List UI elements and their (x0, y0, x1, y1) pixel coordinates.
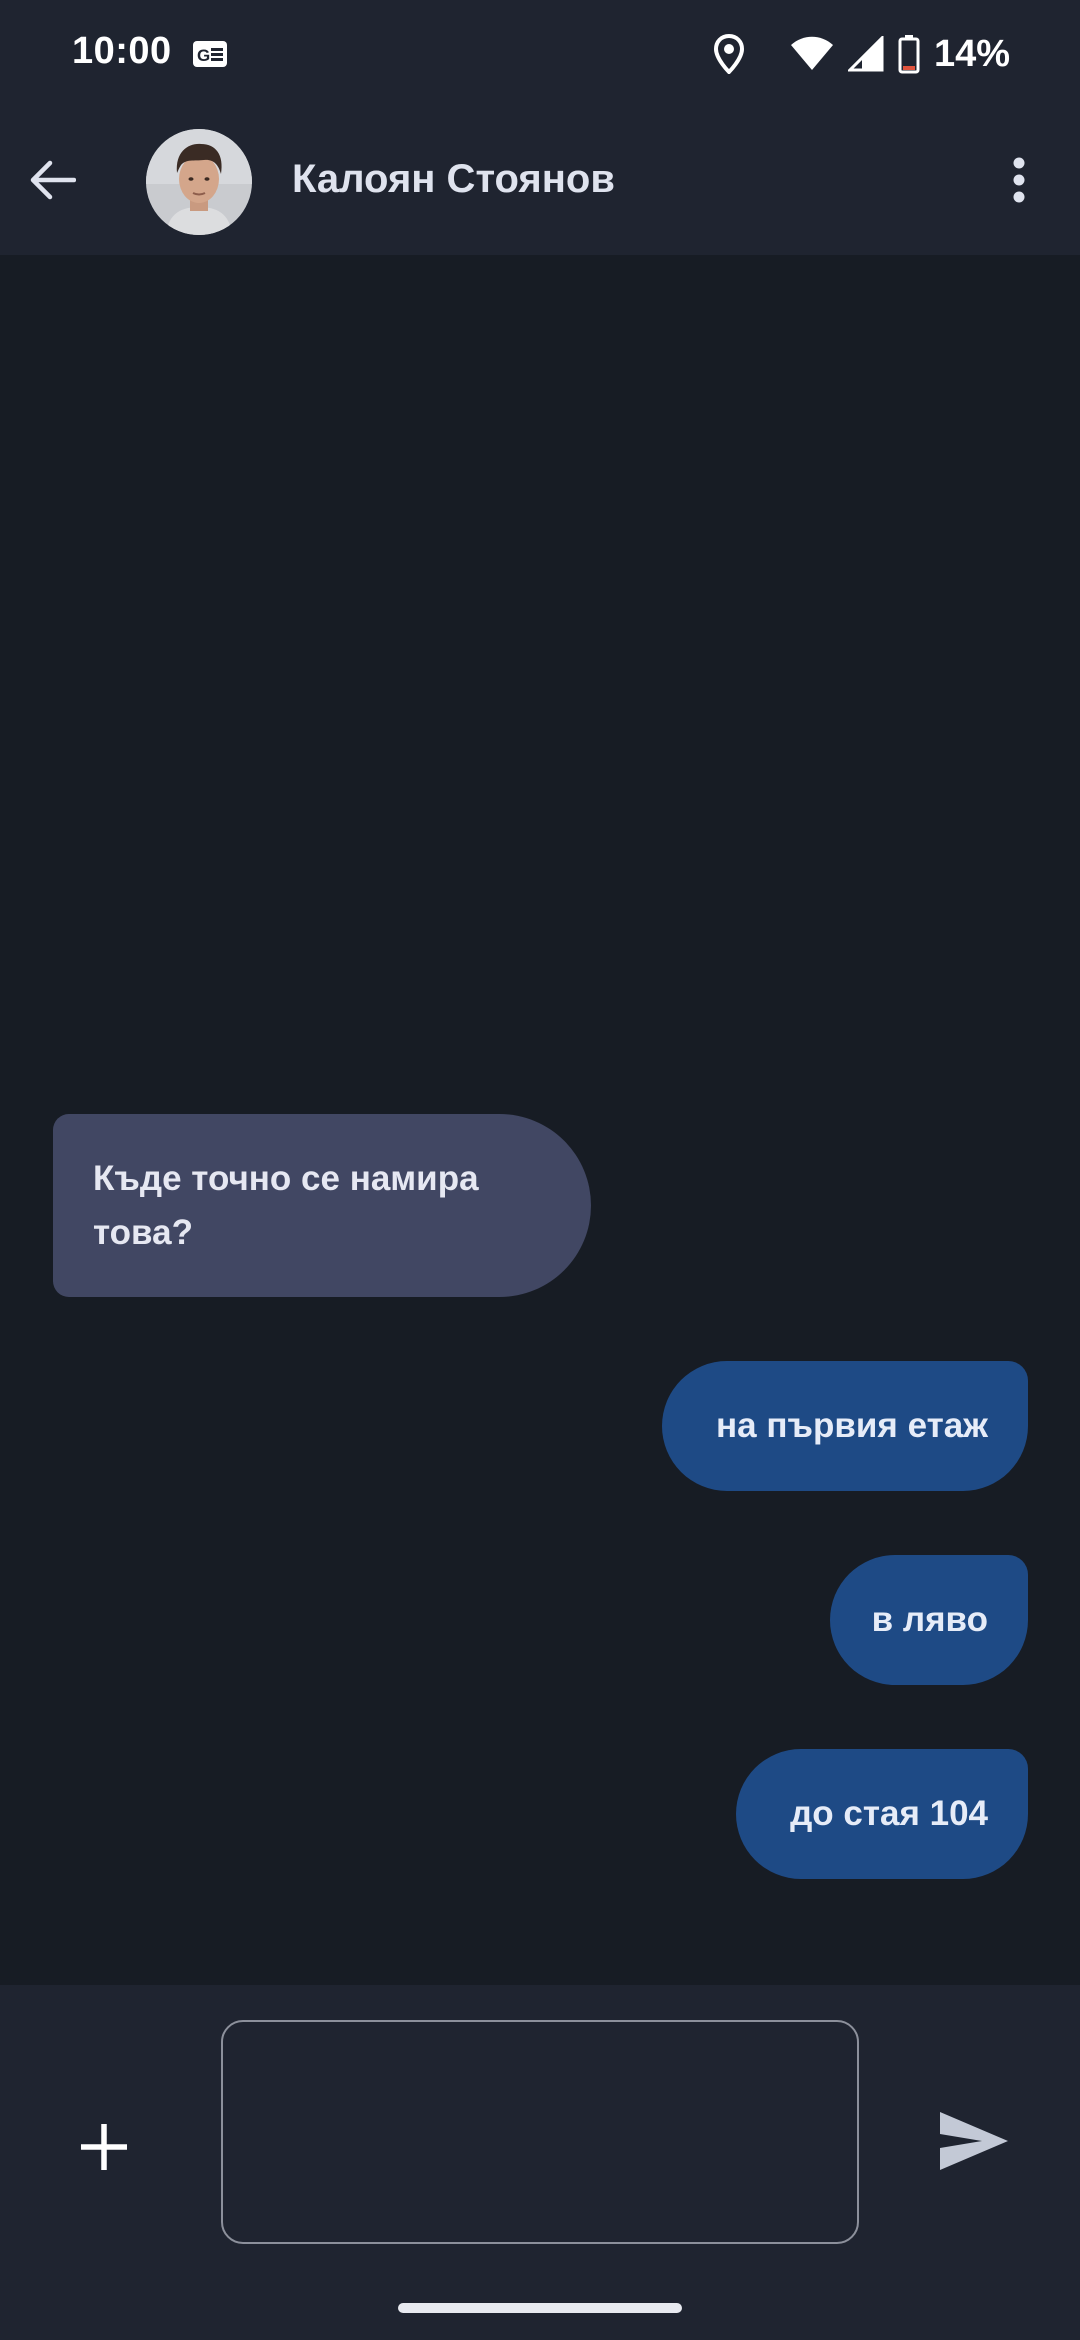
send-icon (940, 2112, 1008, 2170)
message-list[interactable]: Къде точно се намира това? на първия ета… (0, 255, 1080, 1985)
battery-icon (898, 35, 920, 74)
send-button[interactable] (932, 2099, 1016, 2183)
message-text: в ляво (871, 1600, 988, 1639)
add-attachment-button[interactable] (62, 2105, 146, 2189)
composer-bar (0, 1985, 1080, 2340)
avatar[interactable] (146, 129, 252, 235)
svg-text:G: G (197, 46, 210, 65)
status-icons: 14% (713, 32, 1010, 76)
more-vert-icon (1013, 157, 1025, 203)
message-input[interactable] (221, 2020, 859, 2244)
message-bubble-outgoing[interactable]: до стая 104 (736, 1749, 1028, 1879)
more-options-button[interactable] (986, 147, 1052, 213)
back-button[interactable] (20, 147, 86, 213)
message-text: Къде точно се намира това? (93, 1159, 479, 1252)
message-text: на първия етаж (716, 1406, 988, 1445)
signal-icon (847, 36, 884, 72)
contact-photo (146, 129, 252, 235)
location-icon (713, 34, 744, 74)
battery-percent: 14% (933, 32, 1010, 75)
back-arrow-icon (30, 160, 76, 200)
message-bubble-incoming[interactable]: Къде точно се намира това? (53, 1114, 591, 1297)
contact-name[interactable]: Калоян Стоянов (292, 157, 615, 202)
home-indicator[interactable] (398, 2303, 682, 2313)
conversation-header: Калоян Стоянов (0, 105, 1080, 255)
add-icon (81, 2124, 127, 2170)
wifi-icon (790, 36, 833, 70)
message-bubble-outgoing[interactable]: в ляво (830, 1555, 1028, 1685)
message-bubble-outgoing[interactable]: на първия етаж (662, 1361, 1028, 1491)
message-text: до стая 104 (790, 1794, 988, 1833)
status-time: 10:00 (72, 30, 172, 72)
notification-icon: G (193, 41, 227, 67)
status-bar: 10:00 G 14% (0, 0, 1080, 105)
